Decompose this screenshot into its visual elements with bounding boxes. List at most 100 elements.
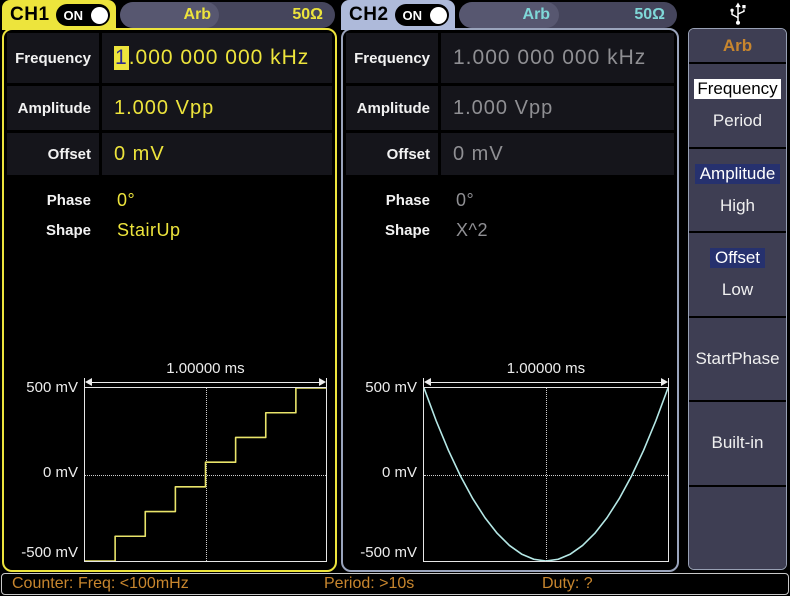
dimension-arrow [423,377,669,387]
softkey-amplitude-high[interactable]: Amplitude High [689,149,786,232]
softkey-frequency-period[interactable]: Frequency Period [689,64,786,147]
edit-cursor-digit: 1 [114,46,129,70]
ch1-offset-value[interactable]: 0 mV [102,133,332,175]
startphase-option[interactable]: StartPhase [695,349,779,369]
arrow-end-tick [668,378,669,387]
channel2-body: Frequency 1.000 000 000 kHz Amplitude 1.… [341,28,679,572]
channel1-name: CH1 [10,4,50,26]
ch1-shape-row: Shape StairUp [7,215,332,245]
ch1-phase-shape-block: Phase 0° Shape StairUp [7,185,332,245]
channel2-panel: CH2 ON Arb 50Ω Frequency 1.000 000 000 k… [341,0,679,572]
ch1-phase-value[interactable]: 0° [99,190,135,211]
ch2-phase-label: Phase [346,192,438,209]
ch2-offset-value[interactable]: 0 mV [441,133,674,175]
ch1-stairup-trace [85,388,326,561]
channel1-panel: CH1 ON Arb 50Ω Frequency 1.000 000 000 k… [2,0,337,572]
ch2-ytick-bottom: -500 mV [347,544,417,561]
ch1-shape-value[interactable]: StairUp [99,220,181,241]
dimension-arrow [84,377,327,387]
channel1-tab[interactable]: CH1 ON [2,0,116,30]
counter-frequency: Freq: <100mHz [78,575,189,593]
ch2-offset-label: Offset [346,133,438,175]
ch1-frequency-rest: .000 000 000 kHz [129,46,310,70]
toggle-knob [91,7,108,24]
counter-label: Counter: [12,575,73,593]
channel1-mode-label: Arb [184,6,212,24]
arrow-end-tick [326,378,327,387]
channel2-on-label: ON [403,8,423,23]
ch2-ytick-mid: 0 mV [347,464,417,481]
amplitude-option-selected[interactable]: Amplitude [695,164,781,184]
channel2-impedance-label: 50Ω [634,6,665,24]
ch1-ytick-top: 500 mV [8,379,78,396]
ch2-period-annotation: 1.00000 ms [423,360,669,377]
softkey-empty[interactable] [689,487,786,570]
ch2-ytick-top: 500 mV [347,379,417,396]
ch2-xsquared-trace [424,388,668,561]
frequency-option-selected[interactable]: Frequency [694,79,780,99]
usb-icon [727,1,749,27]
softkey-startphase[interactable]: StartPhase [689,318,786,401]
ch2-frequency-value[interactable]: 1.000 000 000 kHz [441,33,674,83]
ch1-period-annotation: 1.00000 ms [84,360,327,377]
ch2-amplitude-value[interactable]: 1.000 Vpp [441,86,674,130]
ch1-ytick-mid: 0 mV [8,464,78,481]
ch2-plot-area [423,387,669,562]
ch1-waveform-plot: 1.00000 ms 500 mV 0 mV -500 mV [8,360,327,562]
channel1-on-toggle[interactable]: ON [56,4,110,26]
ch1-frequency-label: Frequency [7,33,99,83]
counter-duty: Duty: ? [542,575,593,593]
arrow-right-icon [319,378,326,386]
arrow-left-icon [85,378,92,386]
channel1-on-label: ON [64,8,84,23]
channel1-impedance-label: 50Ω [292,6,323,24]
ch1-frequency-row: Frequency 1.000 000 000 kHz [7,33,332,83]
menu-title: Arb [689,29,786,62]
ch1-amplitude-label: Amplitude [7,86,99,130]
ch2-shape-value[interactable]: X^2 [438,220,488,241]
arrow-left-icon [424,378,431,386]
channel1-mode-bar: Arb 50Ω [120,2,335,28]
ch2-offset-row: Offset 0 mV [346,133,674,175]
ch1-offset-label: Offset [7,133,99,175]
builtin-option[interactable]: Built-in [712,433,764,453]
period-option[interactable]: Period [713,111,762,131]
softkey-builtin[interactable]: Built-in [689,402,786,485]
ch2-waveform-plot: 1.00000 ms 500 mV 0 mV -500 mV [347,360,669,562]
ch1-phase-row: Phase 0° [7,185,332,215]
arrow-line [92,382,319,383]
channel1-body: Frequency 1.000 000 000 kHz Amplitude 1.… [2,28,337,572]
channel2-mode-bar: Arb 50Ω [459,2,677,28]
arrow-right-icon [661,378,668,386]
ch1-shape-label: Shape [7,222,99,239]
ch2-phase-shape-block: Phase 0° Shape X^2 [346,185,674,245]
channel2-name: CH2 [349,4,389,26]
channel1-header: CH1 ON Arb 50Ω [2,0,337,30]
ch1-ytick-bottom: -500 mV [8,544,78,561]
ch1-phase-label: Phase [7,192,99,209]
ch2-frequency-label: Frequency [346,33,438,83]
ch2-phase-row: Phase 0° [346,185,674,215]
ch2-shape-row: Shape X^2 [346,215,674,245]
ch1-frequency-value[interactable]: 1.000 000 000 kHz [102,33,332,83]
ch2-shape-label: Shape [346,222,438,239]
ch1-offset-row: Offset 0 mV [7,133,332,175]
arrow-line [431,382,661,383]
usb-status-area [688,0,788,28]
ch2-amplitude-row: Amplitude 1.000 Vpp [346,86,674,130]
ch2-amplitude-label: Amplitude [346,86,438,130]
channel2-tab[interactable]: CH2 ON [341,0,455,30]
channel2-header: CH2 ON Arb 50Ω [341,0,679,30]
low-option[interactable]: Low [722,280,753,300]
high-option[interactable]: High [720,196,755,216]
offset-option-selected[interactable]: Offset [710,248,765,268]
ch1-plot-area [84,387,327,562]
softkey-menu: Arb Frequency Period Amplitude High Offs… [688,0,788,572]
softkey-offset-low[interactable]: Offset Low [689,233,786,316]
counter-period: Period: >10s [324,575,414,593]
toggle-knob [430,7,447,24]
ch1-amplitude-value[interactable]: 1.000 Vpp [102,86,332,130]
channel2-on-toggle[interactable]: ON [395,4,449,26]
counter-status-bar: Counter: Freq: <100mHz Period: >10s Duty… [1,573,789,595]
ch2-phase-value[interactable]: 0° [438,190,474,211]
